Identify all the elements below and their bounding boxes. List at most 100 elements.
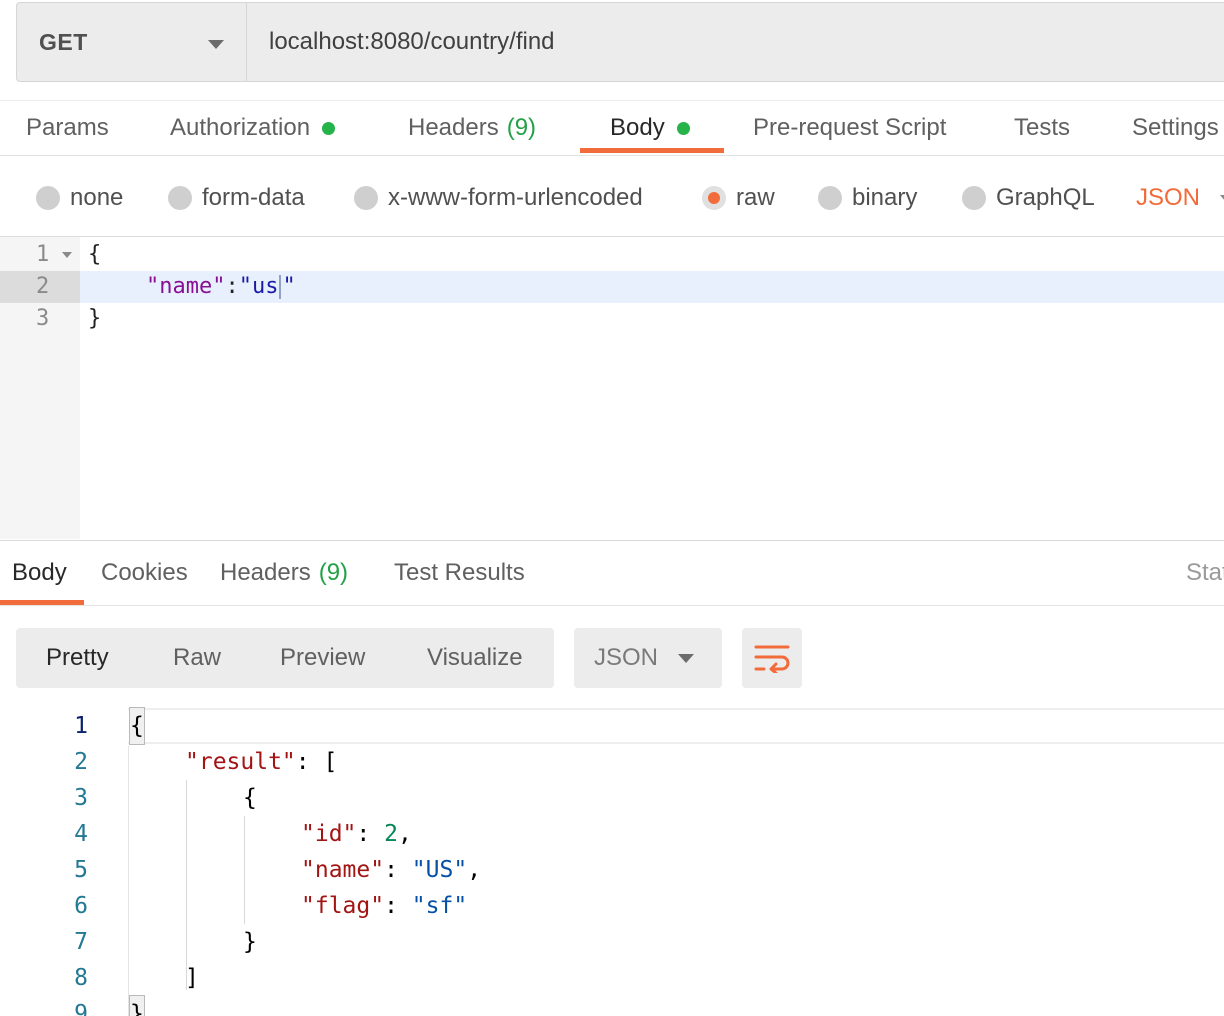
radio-x-www-form-urlencoded[interactable]: x-www-form-urlencoded bbox=[354, 170, 643, 226]
viewer-code: ] bbox=[185, 965, 199, 991]
tab-label: Headers bbox=[408, 114, 499, 141]
editor-line: 1 { bbox=[0, 239, 1224, 271]
tab-headers[interactable]: Headers (9) bbox=[408, 101, 536, 155]
line-number: 2 bbox=[74, 749, 88, 775]
radio-label: none bbox=[70, 184, 124, 211]
matched-brace: } bbox=[129, 995, 145, 1016]
active-dot-icon bbox=[676, 121, 690, 135]
view-visualize-button[interactable]: Visualize bbox=[427, 628, 523, 688]
wrap-lines-icon bbox=[754, 645, 790, 673]
line-number: 8 bbox=[74, 965, 88, 991]
tab-authorization[interactable]: Authorization bbox=[170, 101, 336, 155]
radio-label: GraphQL bbox=[996, 184, 1095, 211]
matched-brace: { bbox=[129, 707, 145, 745]
viewer-line: 7 } bbox=[0, 924, 1224, 960]
line-number: 6 bbox=[74, 893, 88, 919]
viewer-line: 6 "flag": "sf" bbox=[0, 888, 1224, 924]
tab-body[interactable]: Body bbox=[610, 101, 690, 155]
viewer-code: "id": 2, bbox=[301, 816, 412, 852]
tab-pre-request-script[interactable]: Pre-request Script bbox=[753, 101, 946, 155]
json-string: "sf" bbox=[411, 893, 468, 919]
line-number: 3 bbox=[36, 306, 50, 331]
viewer-code: { bbox=[243, 785, 257, 811]
tab-label: Pre-request Script bbox=[753, 114, 947, 141]
viewer-line: 5 "name": "US", bbox=[0, 852, 1224, 888]
url-input[interactable]: localhost:8080/country/find bbox=[247, 3, 555, 81]
view-raw-button[interactable]: Raw bbox=[173, 628, 221, 688]
tab-label: Body bbox=[12, 559, 67, 586]
tab-label: Authorization bbox=[170, 114, 311, 141]
radio-none[interactable]: none bbox=[36, 170, 123, 226]
active-tab-indicator bbox=[580, 148, 724, 153]
radio-icon bbox=[818, 186, 842, 210]
tab-label: Body bbox=[610, 114, 665, 141]
response-format-select[interactable]: JSON bbox=[574, 628, 722, 688]
radio-icon bbox=[168, 186, 192, 210]
radio-form-data[interactable]: form-data bbox=[168, 170, 305, 226]
json-comma: , bbox=[467, 857, 482, 883]
json-colon: : bbox=[384, 857, 412, 883]
chevron-down-icon bbox=[678, 654, 694, 663]
radio-label: raw bbox=[736, 184, 775, 211]
radio-selected-icon bbox=[702, 186, 726, 210]
line-number: 1 bbox=[74, 713, 88, 739]
line-number: 2 bbox=[0, 271, 80, 303]
radio-graphql[interactable]: GraphQL bbox=[962, 170, 1095, 226]
viewer-gutter-border bbox=[128, 746, 129, 1016]
editor-code: "name":"us " bbox=[146, 271, 296, 303]
json-colon: : bbox=[225, 274, 239, 299]
active-dot-icon bbox=[322, 121, 336, 135]
json-key: "result" bbox=[185, 749, 296, 775]
json-string: "US" bbox=[411, 857, 468, 883]
chevron-down-icon bbox=[208, 40, 224, 49]
viewer-code: { bbox=[129, 707, 145, 745]
response-tab-headers[interactable]: Headers (9) bbox=[220, 541, 348, 605]
response-tab-body[interactable]: Body bbox=[12, 541, 67, 605]
radio-icon bbox=[962, 186, 986, 210]
viewer-code: "flag": "sf" bbox=[301, 888, 467, 924]
tab-settings[interactable]: Settings bbox=[1132, 101, 1219, 155]
view-preview-button[interactable]: Preview bbox=[280, 628, 365, 688]
line-number: 4 bbox=[74, 821, 88, 847]
json-value: "us bbox=[238, 274, 279, 299]
response-tab-cookies[interactable]: Cookies bbox=[101, 541, 188, 605]
method-select[interactable]: GET bbox=[17, 3, 247, 81]
json-number: 2 bbox=[384, 821, 398, 847]
tab-label: Test Results bbox=[394, 559, 525, 586]
radio-label: x-www-form-urlencoded bbox=[388, 184, 643, 211]
tab-tests[interactable]: Tests bbox=[1014, 101, 1070, 155]
response-tab-test-results[interactable]: Test Results bbox=[394, 541, 525, 605]
view-mode-group: Pretty Raw Preview Visualize bbox=[16, 628, 554, 688]
tab-label: Params bbox=[26, 114, 109, 141]
editor-code: { bbox=[88, 242, 102, 267]
viewer-line: 2 "result": [ bbox=[0, 744, 1224, 780]
body-format-select[interactable]: JSON bbox=[1136, 170, 1200, 226]
json-key: "name" bbox=[146, 274, 226, 299]
tab-label: Headers bbox=[220, 559, 311, 586]
request-body-editor[interactable]: 1 { 2 "name":"us " 3 } bbox=[0, 236, 1224, 539]
headers-count: (9) bbox=[506, 114, 537, 141]
response-tabs: Body Cookies Headers (9) Test Results St… bbox=[0, 540, 1224, 606]
radio-binary[interactable]: binary bbox=[818, 170, 917, 226]
tab-params[interactable]: Params bbox=[26, 101, 109, 155]
json-colon: : bbox=[384, 893, 412, 919]
radio-raw[interactable]: raw bbox=[702, 170, 775, 226]
fold-arrow-icon[interactable] bbox=[62, 252, 72, 258]
wrap-lines-button[interactable] bbox=[742, 628, 802, 688]
response-body-viewer[interactable]: 1 { 2 "result": [ 3 { 4 "id": 2, 5 "name… bbox=[0, 706, 1224, 1016]
viewer-code: } bbox=[243, 929, 257, 955]
tab-label: Settings bbox=[1132, 114, 1219, 141]
viewer-line: 9 } bbox=[0, 995, 1224, 1016]
radio-icon bbox=[36, 186, 60, 210]
json-colon: : bbox=[356, 821, 385, 847]
json-key: "name" bbox=[301, 857, 385, 883]
method-label: GET bbox=[39, 28, 88, 55]
status-label: Stat bbox=[1186, 559, 1224, 586]
viewer-line: 1 { bbox=[0, 707, 1224, 745]
headers-count: (9) bbox=[318, 559, 349, 586]
radio-label: form-data bbox=[202, 184, 305, 211]
view-pretty-button[interactable]: Pretty bbox=[46, 628, 109, 688]
indent-guide bbox=[244, 816, 245, 924]
indent-guide bbox=[186, 780, 187, 990]
viewer-line: 4 "id": 2, bbox=[0, 816, 1224, 852]
